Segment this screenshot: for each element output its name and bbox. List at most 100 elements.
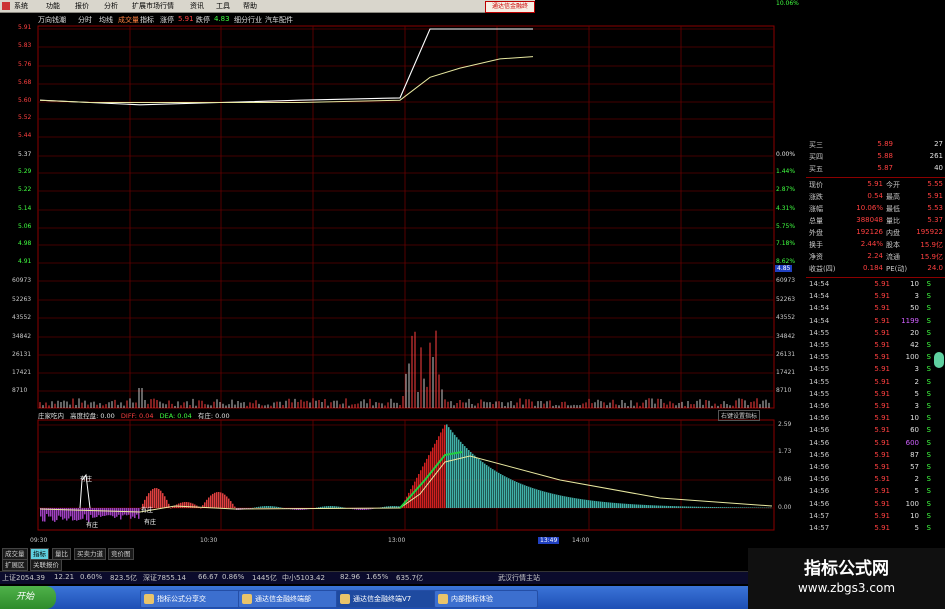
indicator-bar	[554, 494, 556, 508]
indicator-bar	[440, 432, 442, 508]
intraday-chart[interactable]	[0, 0, 806, 548]
indicator-bar	[458, 439, 460, 508]
indicator-bar	[234, 506, 236, 508]
stat-row[interactable]: 净资 2.24 流通 15.9亿	[806, 252, 945, 262]
quote-cell: 14:56	[809, 414, 830, 423]
tick-row[interactable]: 14:54 5.91 10 S	[806, 280, 945, 290]
quote-cell: S	[926, 328, 931, 337]
taskbar-item-label: 内部指标体验	[451, 595, 493, 603]
stat-row[interactable]: 涨跌 0.54 最高 5.91	[806, 192, 945, 202]
quote-cell: 5.91	[874, 389, 890, 398]
tick-row[interactable]: 14:55 5.91 2 S	[806, 378, 945, 388]
indicator-bar	[762, 507, 764, 509]
indicator-bar	[646, 505, 648, 508]
tick-row[interactable]: 14:55 5.91 3 S	[806, 365, 945, 375]
indicator-bar	[266, 506, 268, 508]
indicator-bar	[686, 506, 688, 508]
indicator-bar	[442, 428, 444, 508]
indicator-bar	[758, 507, 760, 509]
indicator-bar	[632, 504, 634, 508]
tick-row[interactable]: 14:55 5.91 100 S	[806, 353, 945, 363]
bid-row[interactable]: 买五 5.87 40	[806, 164, 945, 174]
stat-row[interactable]: 收益(四) 0.184 PE(动) 24.0	[806, 264, 945, 274]
quote-cell: 14:56	[809, 499, 830, 508]
pct-tick-label: 8.62%	[776, 258, 796, 265]
stat-row[interactable]: 现价 5.91 今开 5.55	[806, 180, 945, 190]
tick-row[interactable]: 14:54 5.91 1199 S	[806, 317, 945, 327]
scroll-handle[interactable]	[934, 352, 944, 368]
indicator-bar	[602, 501, 604, 508]
quote-cell: 5.91	[874, 487, 890, 496]
indicator-bar	[586, 499, 588, 508]
tick-row[interactable]: 14:56 5.91 2 S	[806, 475, 945, 485]
taskbar-item[interactable]: 内部指标体验	[434, 590, 538, 608]
tick-row[interactable]: 14:55 5.91 42 S	[806, 341, 945, 351]
tick-row[interactable]: 14:56 5.91 57 S	[806, 463, 945, 473]
indicator-bar	[522, 484, 524, 508]
tick-row[interactable]: 14:54 5.91 50 S	[806, 304, 945, 314]
indicator-bar	[718, 507, 720, 508]
taskbar-item-label: 通达信金融终端部	[255, 595, 311, 603]
tick-row[interactable]: 14:56 5.91 10 S	[806, 414, 945, 424]
stat-row[interactable]: 外盘 192126 内盘 195922	[806, 228, 945, 238]
indicator-bar	[338, 506, 340, 508]
tick-row[interactable]: 14:56 5.91 600 S	[806, 439, 945, 449]
tick-row[interactable]: 14:56 5.91 5 S	[806, 487, 945, 497]
stat-row[interactable]: 总量 388048 量比 5.37	[806, 216, 945, 226]
indicator-bar	[488, 466, 490, 508]
tick-row[interactable]: 14:54 5.91 3 S	[806, 292, 945, 302]
indicator-bar	[668, 505, 670, 508]
taskbar-item[interactable]: 通达信金融终端部	[238, 590, 342, 608]
indicator-bar	[104, 508, 106, 516]
taskbar-item-active[interactable]: 通达信金融终端V7	[336, 590, 440, 608]
indicator-bar	[208, 497, 210, 508]
indicator-bar	[462, 443, 464, 508]
taskbar-item[interactable]: 指标公式分享交	[140, 590, 244, 608]
indicator-bar	[106, 508, 108, 516]
indicator-bar	[722, 507, 724, 508]
tick-row[interactable]: 14:57 5.91 5 S	[806, 524, 945, 534]
quote-cell: 14:56	[809, 487, 830, 496]
quote-cell: S	[926, 499, 931, 508]
pct-tick-label: 2.87%	[776, 186, 796, 193]
indicator-bar	[272, 506, 274, 508]
tab-extension[interactable]: 扩展区	[2, 559, 28, 571]
indicator-bar	[326, 506, 328, 508]
indicator-bar	[502, 475, 504, 508]
quote-cell: 5.91	[874, 475, 890, 484]
tick-row[interactable]: 14:55 5.91 20 S	[806, 329, 945, 339]
indicator-bar	[676, 506, 678, 508]
indicator-name[interactable]: 庄家吃内	[38, 412, 64, 420]
tab-related-quote[interactable]: 关联报价	[30, 559, 62, 571]
indicator-bar	[486, 465, 488, 508]
watermark-title: 指标公式网	[804, 559, 889, 579]
indicator-bar	[748, 507, 750, 508]
quote-cell: 外盘	[809, 229, 823, 237]
quote-cell: 100	[905, 353, 919, 362]
indicator-bar	[610, 502, 612, 508]
status-server[interactable]: 武汉行情主站	[498, 573, 540, 583]
indicator-bar	[540, 490, 542, 508]
indicator-bar	[448, 427, 450, 508]
quote-cell: S	[926, 450, 931, 459]
tick-row[interactable]: 14:56 5.91 100 S	[806, 500, 945, 510]
start-button[interactable]: 开始	[0, 586, 56, 609]
bid-row[interactable]: 买四 5.88 261	[806, 152, 945, 162]
tick-row[interactable]: 14:56 5.91 3 S	[806, 402, 945, 412]
tick-row[interactable]: 14:56 5.91 60 S	[806, 426, 945, 436]
indicator-bar	[746, 507, 748, 508]
indicator-bar	[626, 503, 628, 508]
indicator-bar	[324, 506, 326, 508]
quote-cell: 14:56	[809, 463, 830, 471]
indicator-settings-button[interactable]: 右键设置指标	[718, 410, 761, 421]
stat-row[interactable]: 涨幅 10.06% 最低 5.53	[806, 204, 945, 214]
tick-row[interactable]: 14:55 5.91 5 S	[806, 390, 945, 400]
quote-cell: 195922	[916, 228, 943, 236]
quote-cell: 5.88	[877, 152, 893, 160]
stat-row[interactable]: 换手 2.44% 股本 15.9亿	[806, 240, 945, 250]
quote-cell: 261	[929, 152, 943, 160]
tick-row[interactable]: 14:57 5.91 10 S	[806, 512, 945, 522]
bid-row[interactable]: 买三 5.89 27	[806, 140, 945, 150]
tick-row[interactable]: 14:56 5.91 87 S	[806, 451, 945, 461]
quote-cell: 15.9亿	[920, 241, 943, 249]
